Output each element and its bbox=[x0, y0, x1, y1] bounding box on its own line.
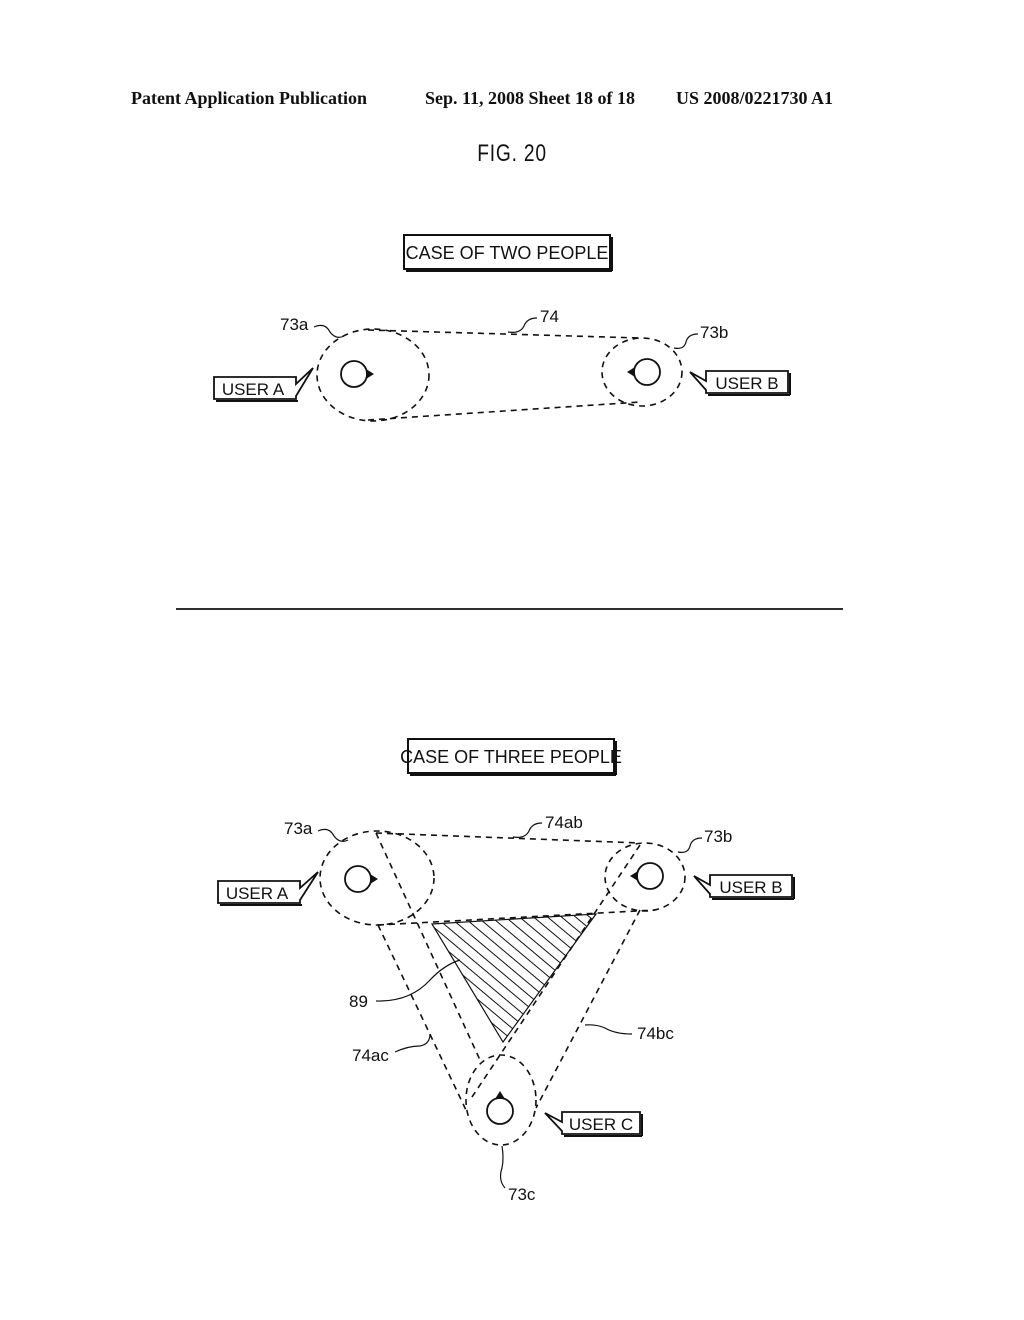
leader-74ab bbox=[512, 822, 543, 838]
overlap-area-89 bbox=[430, 913, 598, 1044]
user-a-callout-three: USER A bbox=[217, 871, 319, 906]
case-label-box-three: CASE OF THREE PEOPLE bbox=[400, 738, 622, 776]
case-label-box-two: CASE OF TWO PEOPLE bbox=[403, 234, 613, 272]
user-b-label: USER B bbox=[715, 374, 778, 393]
case-label-three: CASE OF THREE PEOPLE bbox=[400, 747, 622, 767]
leader-73c bbox=[499, 1145, 506, 1189]
ref-73a-three: 73a bbox=[284, 819, 313, 838]
user-a-label-three: USER A bbox=[226, 884, 289, 903]
ref-73b-two: 73b bbox=[700, 323, 728, 342]
leader-73a-two bbox=[313, 324, 345, 338]
user-b-callout: USER B bbox=[689, 370, 791, 396]
ref-74bc: 74bc bbox=[637, 1024, 674, 1043]
area-73c-three bbox=[465, 1054, 537, 1146]
leader-74ac bbox=[394, 1033, 431, 1053]
user-c-label: USER C bbox=[569, 1115, 633, 1134]
user-b-marker-icon-three bbox=[630, 862, 664, 890]
user-b-label-three: USER B bbox=[719, 878, 782, 897]
area-73b-three bbox=[604, 842, 686, 912]
user-a-marker-icon-three bbox=[344, 865, 378, 893]
leader-73b-two bbox=[673, 333, 699, 349]
area-73b bbox=[601, 337, 683, 407]
leader-74 bbox=[507, 317, 538, 333]
leader-74bc bbox=[584, 1024, 633, 1035]
ref-73a-two: 73a bbox=[280, 315, 309, 334]
user-a-label: USER A bbox=[222, 380, 285, 399]
area-73a-three bbox=[319, 830, 435, 926]
ref-74: 74 bbox=[540, 307, 559, 326]
two-people-section: CASE OF TWO PEOPLE USER A USER B 73a 74 … bbox=[213, 234, 791, 422]
case-label-two: CASE OF TWO PEOPLE bbox=[406, 243, 609, 263]
area-73a bbox=[316, 328, 430, 422]
ref-73c: 73c bbox=[508, 1185, 536, 1204]
ref-89: 89 bbox=[349, 992, 368, 1011]
three-people-section: CASE OF THREE PEOPLE USER A USER B USER … bbox=[217, 738, 795, 1204]
ref-73b-three: 73b bbox=[704, 827, 732, 846]
user-b-marker-icon bbox=[627, 358, 661, 386]
ref-74ac: 74ac bbox=[352, 1046, 389, 1065]
link-area-74 bbox=[367, 329, 641, 421]
user-c-marker-icon bbox=[486, 1091, 514, 1125]
user-a-callout: USER A bbox=[213, 367, 314, 402]
user-b-callout-three: USER B bbox=[693, 874, 795, 900]
ref-74ab: 74ab bbox=[545, 813, 583, 832]
figure-diagram: CASE OF TWO PEOPLE USER A USER B 73a 74 … bbox=[176, 234, 843, 1204]
leader-89 bbox=[375, 959, 461, 1002]
user-c-callout: USER C bbox=[544, 1111, 643, 1137]
leader-73b-three bbox=[677, 837, 703, 853]
user-a-marker-icon bbox=[340, 360, 374, 388]
